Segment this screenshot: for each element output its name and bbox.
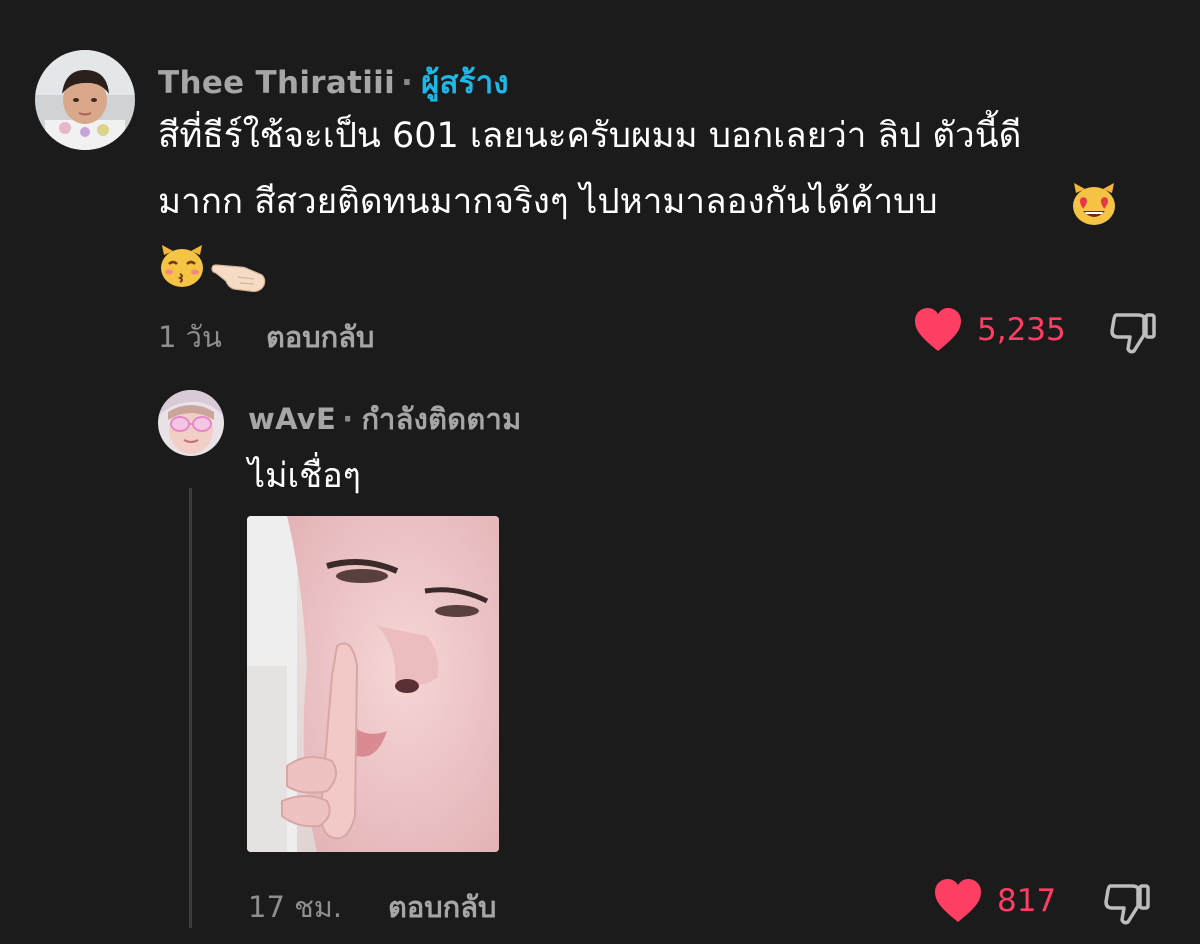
separator-dot: · [401,65,414,101]
thumbs-down-icon [1110,313,1156,354]
reply-dislike-button[interactable] [1102,878,1152,932]
heart-icon [935,879,981,922]
comment-line-1: สีที่ธีร์ใช้จะเป็น 601 เลยนะครับผมม บอกเ… [158,116,1022,156]
comment-line-2-row: มากก สีสวยติดทนมากจริงๆ ไปหามาลองกันได้ค… [158,169,1158,235]
pointing-hand-emoji [210,251,268,317]
like-button[interactable]: 5,235 [913,307,1066,353]
author-name[interactable]: Thee Thiratiii [158,65,395,101]
reply-like-button[interactable]: 817 [933,878,1056,924]
avatar-thee[interactable] [35,50,135,150]
reply-body: ไม่เชื่อๆ [248,456,361,496]
comment-author-line: Thee Thiratiii · ผู้สร้าง [158,57,509,107]
reply-photo[interactable] [247,516,499,852]
reply-timestamp: 17 ชม. [248,890,343,924]
avatar-wave[interactable] [158,390,224,456]
reply-like-count: 817 [997,883,1057,919]
reply-reply-button[interactable]: ตอบกลับ [388,884,496,930]
following-badge: กำลังติดตาม [361,402,522,436]
emoji-row [158,235,1158,301]
separator-dot: · [342,402,354,436]
kissing-cat-emoji [158,243,206,311]
comment-body: สีที่ธีร์ใช้จะเป็น 601 เลยนะครับผมม บอกเ… [158,103,1158,301]
comment-line-2: มากก สีสวยติดทนมากจริงๆ ไปหามาลองกันได้ค… [158,182,938,222]
heart-icon [915,308,961,351]
like-count: 5,235 [977,312,1066,348]
dislike-button[interactable] [1108,307,1158,361]
reply-button[interactable]: ตอบกลับ [266,314,374,360]
thread-line [189,488,192,928]
creator-badge: ผู้สร้าง [421,65,509,101]
reply-author-line: wAvE · กำลังติดตาม [248,396,522,442]
comment-timestamp: 1 วัน [158,320,222,354]
thumbs-down-icon [1104,884,1150,925]
reply-author-name[interactable]: wAvE [248,402,336,436]
